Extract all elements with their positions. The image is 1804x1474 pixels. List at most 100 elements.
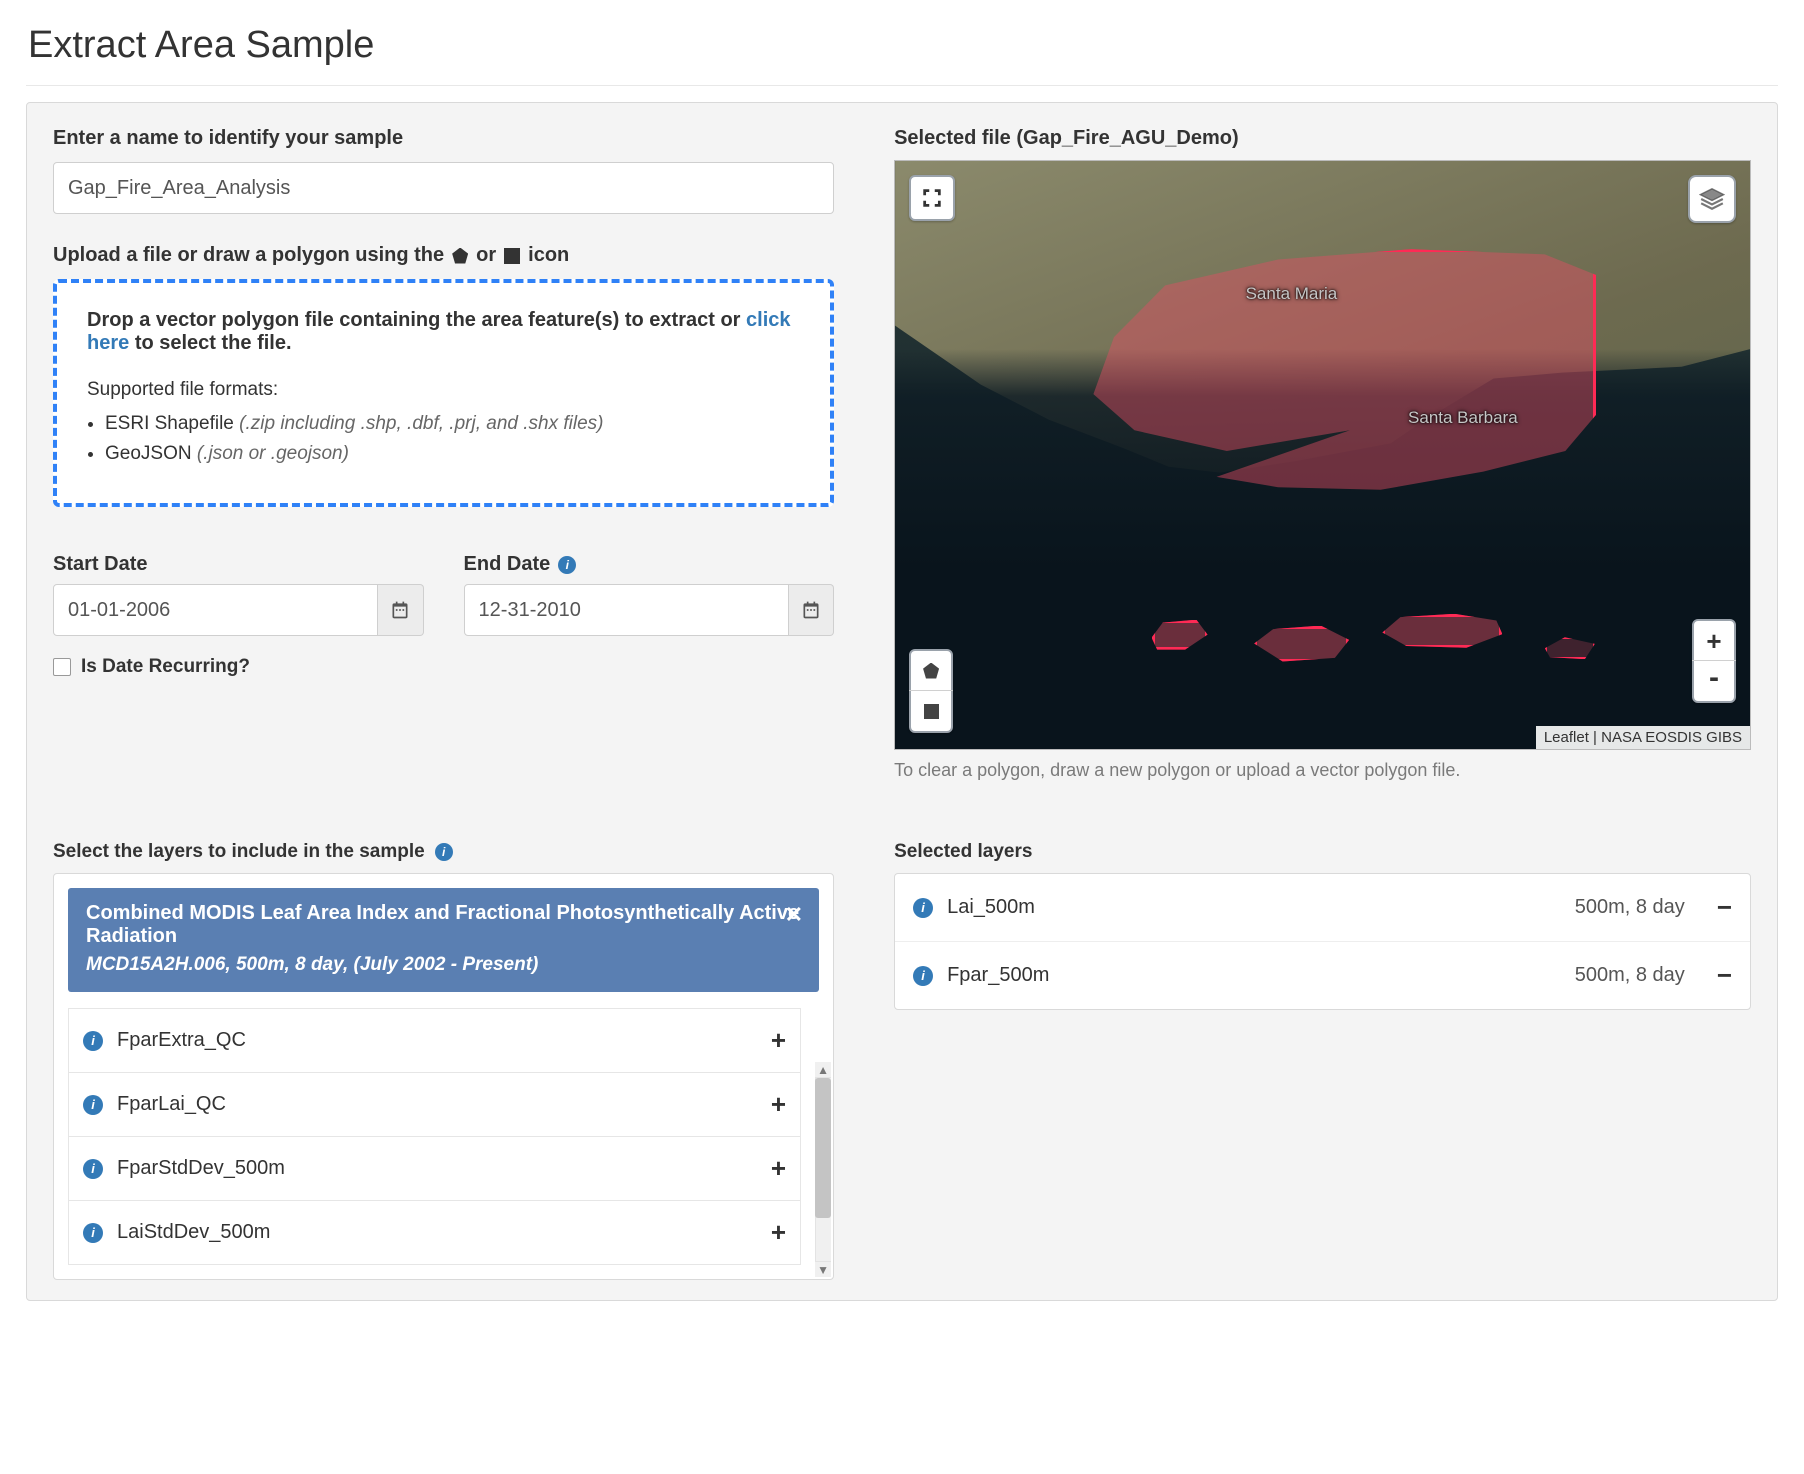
start-date-picker-button[interactable] (378, 584, 423, 636)
map-draw-rectangle-button[interactable] (909, 691, 953, 731)
list-item: GeoJSON (.json or .geojson) (105, 443, 800, 465)
scrollbar-thumb[interactable] (815, 1078, 831, 1218)
upload-hint-or: or (476, 244, 496, 267)
layer-item[interactable]: i FparStdDev_500m + (68, 1137, 801, 1201)
plus-icon: + (771, 1217, 786, 1247)
available-layer-list: i FparExtra_QC + i FparLai_QC + i FparSt… (68, 1008, 801, 1265)
select-layers-label: Select the layers to include in the samp… (53, 841, 425, 863)
left-column: Enter a name to identify your sample Upl… (53, 127, 834, 781)
map-fullscreen-button[interactable] (909, 175, 955, 221)
page-divider (26, 85, 1778, 86)
info-icon[interactable]: i (83, 1159, 103, 1179)
plus-icon: + (1706, 628, 1721, 654)
dropzone-text-suffix: to select the file. (135, 332, 292, 354)
info-icon[interactable]: i (435, 843, 453, 861)
scroll-up-arrow[interactable]: ▲ (815, 1062, 831, 1078)
layer-product-title: Combined MODIS Leaf Area Index and Fract… (86, 902, 799, 947)
close-icon: ✕ (785, 902, 803, 927)
selected-layer-name: Lai_500m (947, 896, 1035, 919)
start-date-label: Start Date (53, 553, 424, 576)
selected-file-title: Selected file (Gap_Fire_AGU_Demo) (894, 127, 1751, 150)
polygon-icon (923, 663, 939, 679)
dropzone-supported-label: Supported file formats: (87, 379, 800, 401)
map-clear-note: To clear a polygon, draw a new polygon o… (894, 760, 1751, 781)
upload-hint-suffix: icon (528, 244, 569, 267)
map-zoom-out-button[interactable]: - (1692, 661, 1736, 701)
right-column: Selected file (Gap_Fire_AGU_Demo) Santa … (894, 127, 1751, 781)
layers-icon (1699, 186, 1725, 212)
page-title: Extract Area Sample (28, 24, 1778, 67)
polygon-draw-icon (452, 248, 468, 264)
info-icon[interactable]: i (83, 1223, 103, 1243)
selected-layer-row: i Fpar_500m 500m, 8 day − (895, 942, 1750, 1009)
scroll-down-arrow[interactable]: ▼ (815, 1261, 831, 1277)
map-label-santa-barbara: Santa Barbara (1408, 408, 1518, 428)
info-icon[interactable]: i (913, 898, 933, 918)
recurring-date-label: Is Date Recurring? (81, 656, 250, 678)
available-layers-column: Select the layers to include in the samp… (53, 841, 834, 1280)
remove-layer-button[interactable]: − (1717, 960, 1732, 991)
remove-layer-button[interactable]: − (1717, 892, 1732, 923)
selected-layer-name: Fpar_500m (947, 964, 1049, 987)
selected-layer-row: i Lai_500m 500m, 8 day − (895, 874, 1750, 942)
layer-item[interactable]: i FparExtra_QC + (68, 1009, 801, 1073)
layer-product-header[interactable]: Combined MODIS Leaf Area Index and Fract… (68, 888, 819, 992)
layer-item-name: LaiStdDev_500m (117, 1221, 270, 1244)
selected-layer-meta: 500m, 8 day (1575, 896, 1685, 919)
start-date-group (53, 584, 424, 636)
add-layer-button[interactable]: + (771, 1153, 786, 1184)
plus-icon: + (771, 1089, 786, 1119)
end-date-label: End Date i (464, 553, 835, 576)
layer-item[interactable]: i LaiStdDev_500m + (68, 1201, 801, 1265)
square-icon (924, 704, 939, 719)
plus-icon: + (771, 1153, 786, 1183)
selected-layer-meta: 500m, 8 day (1575, 964, 1685, 987)
sample-name-input[interactable] (53, 162, 834, 214)
rectangle-draw-icon (504, 248, 520, 264)
end-date-picker-button[interactable] (789, 584, 834, 636)
minus-icon: - (1709, 663, 1719, 693)
add-layer-button[interactable]: + (771, 1217, 786, 1248)
info-icon[interactable]: i (83, 1095, 103, 1115)
layer-item-name: FparLai_QC (117, 1093, 226, 1116)
start-date-input[interactable] (53, 584, 378, 636)
info-icon[interactable]: i (558, 556, 576, 574)
remove-product-button[interactable]: ✕ (785, 902, 803, 928)
recurring-date-row[interactable]: Is Date Recurring? (53, 656, 834, 678)
end-date-input[interactable] (464, 584, 789, 636)
dropzone-text-prefix: Drop a vector polygon file containing th… (87, 309, 740, 331)
upload-hint-prefix: Upload a file or draw a polygon using th… (53, 244, 444, 267)
selected-layer-list: i Lai_500m 500m, 8 day − i Fpar_500m 500… (894, 873, 1751, 1010)
plus-icon: + (771, 1025, 786, 1055)
map-attribution: Leaflet | NASA EOSDIS GIBS (1536, 726, 1750, 749)
sample-name-label: Enter a name to identify your sample (53, 127, 834, 150)
map-draw-tools (909, 649, 953, 733)
selected-layers-column: Selected layers i Lai_500m 500m, 8 day −… (894, 841, 1751, 1280)
minus-icon: − (1717, 960, 1732, 990)
selected-layers-label: Selected layers (894, 841, 1751, 863)
list-item: ESRI Shapefile (.zip including .shp, .db… (105, 413, 800, 435)
minus-icon: − (1717, 892, 1732, 922)
calendar-icon (801, 600, 821, 620)
add-layer-button[interactable]: + (771, 1089, 786, 1120)
map-preview[interactable]: Santa Maria Santa Barbara (894, 160, 1751, 750)
info-icon[interactable]: i (913, 966, 933, 986)
map-label-santa-maria: Santa Maria (1246, 284, 1338, 304)
info-icon[interactable]: i (83, 1031, 103, 1051)
upload-hint: Upload a file or draw a polygon using th… (53, 244, 834, 267)
recurring-date-checkbox[interactable] (53, 658, 71, 676)
map-draw-polygon-button[interactable] (909, 651, 953, 691)
file-dropzone[interactable]: Drop a vector polygon file containing th… (53, 279, 834, 507)
map-zoom-in-button[interactable]: + (1692, 621, 1736, 661)
available-layers-panel: Combined MODIS Leaf Area Index and Fract… (53, 873, 834, 1280)
fullscreen-icon (921, 187, 943, 209)
map-layers-button[interactable] (1688, 175, 1736, 223)
map-zoom-controls: + - (1692, 619, 1736, 703)
main-panel: Enter a name to identify your sample Upl… (26, 102, 1778, 1301)
add-layer-button[interactable]: + (771, 1025, 786, 1056)
layer-item-name: FparStdDev_500m (117, 1157, 285, 1180)
layer-product-subtitle: MCD15A2H.006, 500m, 8 day, (July 2002 - … (86, 954, 801, 976)
layer-item-name: FparExtra_QC (117, 1029, 246, 1052)
dropzone-format-list: ESRI Shapefile (.zip including .shp, .db… (105, 413, 800, 465)
layer-item[interactable]: i FparLai_QC + (68, 1073, 801, 1137)
